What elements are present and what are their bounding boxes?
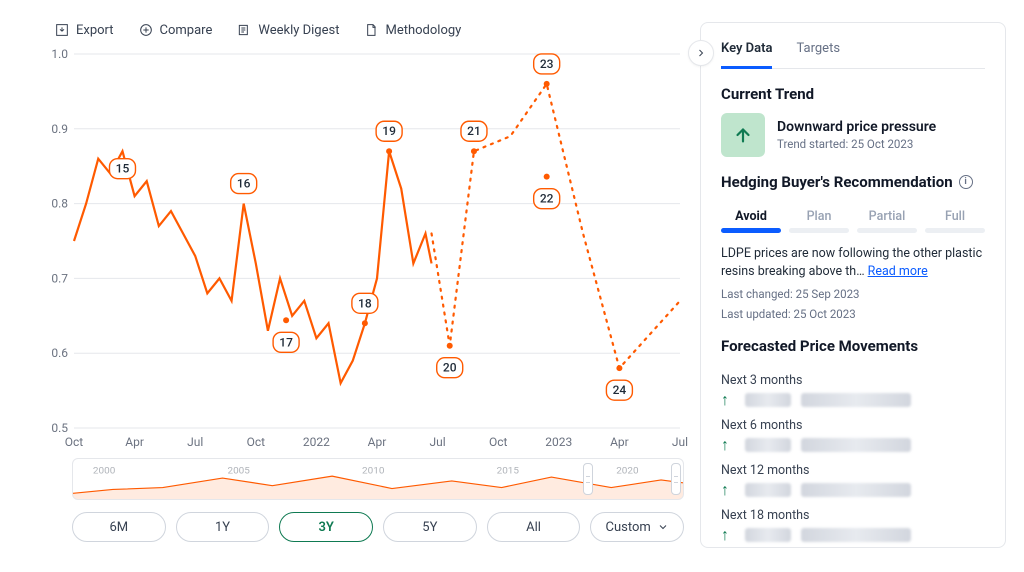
range-3y-button[interactable]: 3Y: [279, 512, 373, 542]
hedging-last-updated: Last updated: 25 Oct 2023: [721, 307, 985, 321]
compare-label: Compare: [160, 23, 213, 38]
svg-text:Apr: Apr: [368, 435, 387, 449]
svg-text:2022: 2022: [303, 435, 330, 449]
side-panel: Key Data Targets Current Trend Downward …: [700, 22, 1006, 548]
trend-up-icon: [721, 113, 765, 157]
svg-text:Jul: Jul: [187, 435, 203, 449]
scrubber-handle-end[interactable]: [671, 463, 681, 495]
svg-text:Jul: Jul: [672, 435, 688, 449]
svg-text:18: 18: [358, 296, 372, 310]
svg-text:Jul: Jul: [430, 435, 446, 449]
trend-card: Downward price pressure Trend started: 2…: [721, 113, 985, 157]
hedging-description: LDPE prices are now following the other …: [721, 245, 985, 281]
fpm-row-18m: Next 18 months ↑: [721, 508, 985, 545]
scrub-tick-2000: 2000: [93, 465, 115, 476]
scrubber-handle-start[interactable]: [583, 463, 593, 495]
fpm-row-6m: Next 6 months ↑: [721, 418, 985, 455]
methodology-button[interactable]: Methodology: [363, 22, 461, 38]
arrow-up-icon: ↑: [721, 435, 735, 455]
svg-text:0.8: 0.8: [51, 197, 68, 211]
range-scrubber[interactable]: 2000 2005 2010 2015 2020: [72, 458, 684, 500]
svg-text:Apr: Apr: [610, 435, 629, 449]
news-icon: [236, 22, 252, 38]
hedge-opt-plan[interactable]: Plan: [789, 209, 849, 233]
fpm-heading: Forecasted Price Movements: [721, 337, 985, 355]
chart-toolbar: Export Compare Weekly Digest Methodology: [48, 22, 688, 48]
svg-text:1.0: 1.0: [51, 48, 68, 61]
fpm-value-6m-pct: [745, 438, 791, 452]
fpm-value-3m-abs: [801, 393, 911, 407]
read-more-link[interactable]: Read more: [868, 264, 928, 279]
range-6m-button[interactable]: 6M: [72, 512, 166, 542]
arrow-up-icon: ↑: [721, 480, 735, 500]
scrub-tick-2005: 2005: [227, 465, 250, 476]
svg-text:Oct: Oct: [489, 435, 508, 449]
compare-button[interactable]: Compare: [138, 22, 213, 38]
fpm-value-18m-abs: [801, 528, 911, 542]
hedging-heading: Hedging Buyer's Recommendation i: [721, 173, 985, 191]
svg-text:0.6: 0.6: [51, 346, 68, 360]
svg-text:Apr: Apr: [125, 435, 144, 449]
digest-label: Weekly Digest: [258, 23, 339, 38]
fpm-value-18m-pct: [745, 528, 791, 542]
chevron-down-icon: [657, 521, 669, 533]
fpm-row-12m: Next 12 months ↑: [721, 463, 985, 500]
fpm-value-12m-abs: [801, 483, 911, 497]
svg-text:Oct: Oct: [247, 435, 266, 449]
svg-text:17: 17: [279, 335, 293, 349]
svg-text:22: 22: [540, 192, 554, 206]
trend-title: Downward price pressure: [777, 119, 936, 135]
fpm-row-3m: Next 3 months ↑: [721, 373, 985, 410]
hedge-opt-partial[interactable]: Partial: [857, 209, 917, 233]
download-icon: [54, 22, 70, 38]
svg-text:21: 21: [467, 124, 481, 138]
weekly-digest-button[interactable]: Weekly Digest: [236, 22, 339, 38]
svg-text:0.5: 0.5: [51, 421, 68, 435]
svg-text:0.9: 0.9: [51, 122, 68, 136]
svg-text:16: 16: [237, 177, 251, 191]
hedge-opt-avoid[interactable]: Avoid: [721, 209, 781, 233]
range-button-row: 6M 1Y 3Y 5Y All Custom: [72, 512, 684, 542]
svg-text:Oct: Oct: [65, 435, 84, 449]
fpm-value-6m-abs: [801, 438, 911, 452]
svg-text:24: 24: [613, 383, 627, 397]
tab-targets[interactable]: Targets: [796, 37, 840, 68]
range-all-button[interactable]: All: [487, 512, 581, 542]
panel-tabs: Key Data Targets: [721, 37, 985, 69]
range-5y-button[interactable]: 5Y: [383, 512, 477, 542]
panel-collapse-button[interactable]: [688, 40, 714, 66]
fpm-value-12m-pct: [745, 483, 791, 497]
svg-text:2023: 2023: [545, 435, 572, 449]
export-button[interactable]: Export: [54, 22, 114, 38]
svg-text:0.7: 0.7: [51, 271, 68, 285]
svg-text:19: 19: [382, 124, 396, 138]
tab-key-data[interactable]: Key Data: [721, 37, 772, 69]
plus-circle-icon: [138, 22, 154, 38]
chevron-right-icon: [695, 47, 707, 59]
range-1y-button[interactable]: 1Y: [176, 512, 270, 542]
hedging-last-changed: Last changed: 25 Sep 2023: [721, 287, 985, 301]
hedging-scale: Avoid Plan Partial Full: [721, 209, 985, 233]
price-chart[interactable]: 1.00.90.80.70.60.5OctAprJulOct2022AprJul…: [48, 48, 688, 450]
doc-icon: [363, 22, 379, 38]
svg-text:20: 20: [443, 361, 457, 375]
fpm-value-3m-pct: [745, 393, 791, 407]
range-custom-button[interactable]: Custom: [590, 512, 684, 542]
info-icon[interactable]: i: [959, 175, 973, 189]
trend-subtitle: Trend started: 25 Oct 2023: [777, 137, 936, 151]
svg-text:23: 23: [540, 57, 554, 71]
hedge-opt-full[interactable]: Full: [925, 209, 985, 233]
export-label: Export: [76, 23, 114, 38]
arrow-up-icon: ↑: [721, 525, 735, 545]
scrub-tick-2020: 2020: [616, 465, 638, 476]
scrub-tick-2015: 2015: [497, 465, 520, 476]
arrow-up-icon: ↑: [721, 390, 735, 410]
scrub-tick-2010: 2010: [362, 465, 384, 476]
method-label: Methodology: [385, 23, 461, 38]
svg-text:15: 15: [116, 162, 130, 176]
current-trend-heading: Current Trend: [721, 85, 985, 103]
